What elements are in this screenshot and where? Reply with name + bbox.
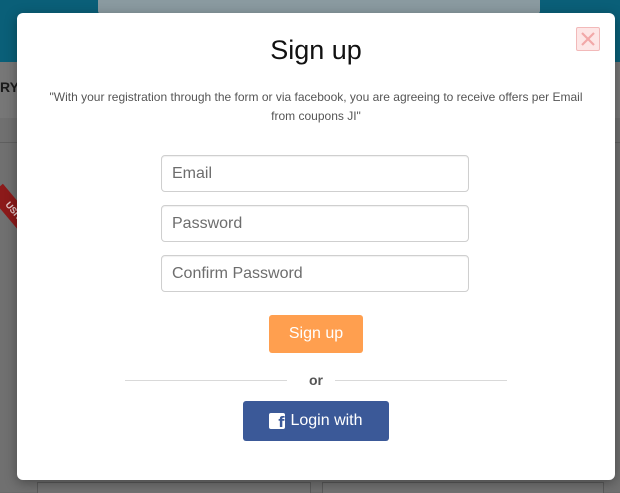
registration-notice: "With your registration through the form… <box>49 90 583 123</box>
background-card <box>37 482 311 493</box>
or-divider-text: or <box>309 372 323 388</box>
confirm-password-field[interactable] <box>161 255 469 292</box>
background-search-bar <box>98 0 540 14</box>
signup-button[interactable]: Sign up <box>269 315 363 353</box>
modal-title: Sign up <box>270 35 362 65</box>
divider-line-right <box>335 380 507 381</box>
signup-modal: Sign up "With your registration through … <box>17 13 615 480</box>
divider-line-left <box>125 380 287 381</box>
facebook-login-button[interactable]: f Login with <box>243 401 389 441</box>
facebook-login-label: Login with <box>290 412 363 429</box>
facebook-icon: f <box>269 413 286 430</box>
email-field[interactable] <box>161 155 469 192</box>
password-field[interactable] <box>161 205 469 242</box>
background-card <box>322 482 604 493</box>
